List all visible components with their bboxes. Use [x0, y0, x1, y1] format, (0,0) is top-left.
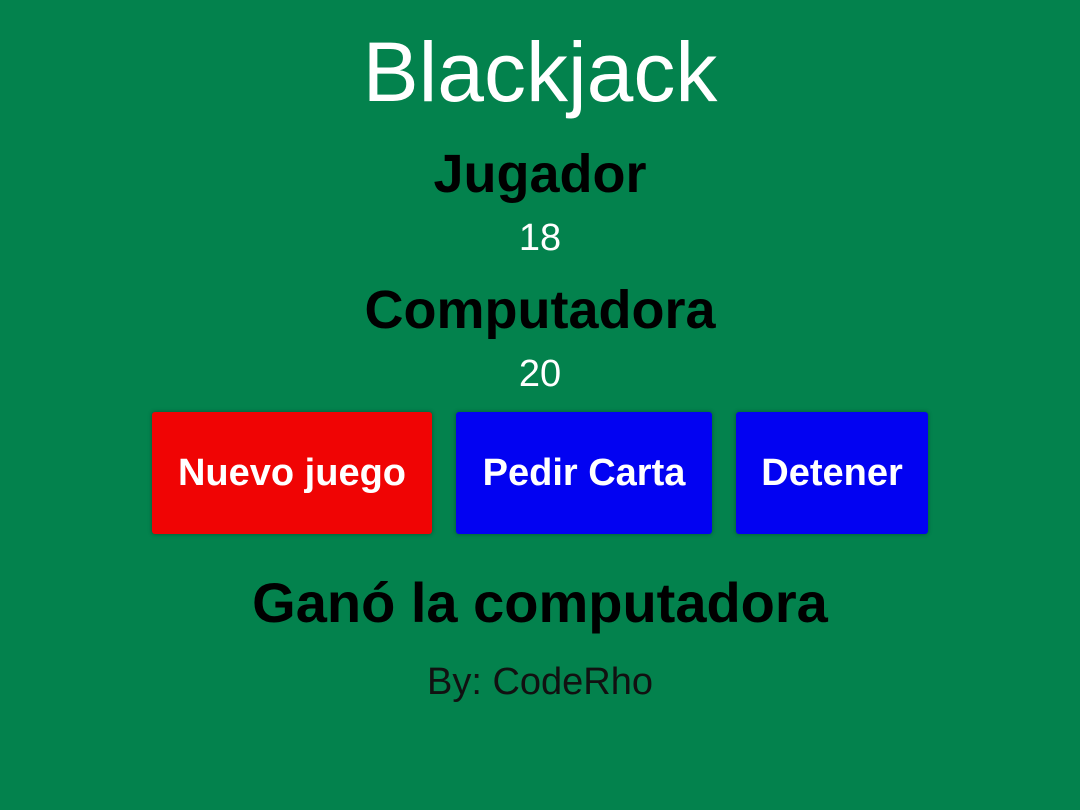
game-screen: Blackjack Jugador 18 Computadora 20 Nuev…	[0, 0, 1080, 810]
new-game-button[interactable]: Nuevo juego	[152, 412, 432, 534]
app-title: Blackjack	[362, 25, 718, 119]
player-score: 18	[518, 217, 562, 259]
player-heading: Jugador	[433, 144, 647, 204]
credit-text: By: CodeRho	[426, 661, 653, 703]
stop-button[interactable]: Detener	[736, 412, 928, 534]
computer-heading: Computadora	[364, 280, 716, 340]
hit-button[interactable]: Pedir Carta	[456, 412, 712, 534]
action-buttons: Nuevo juego Pedir Carta Detener	[152, 412, 928, 534]
computer-score: 20	[518, 353, 562, 395]
result-message: Ganó la computadora	[252, 571, 828, 634]
